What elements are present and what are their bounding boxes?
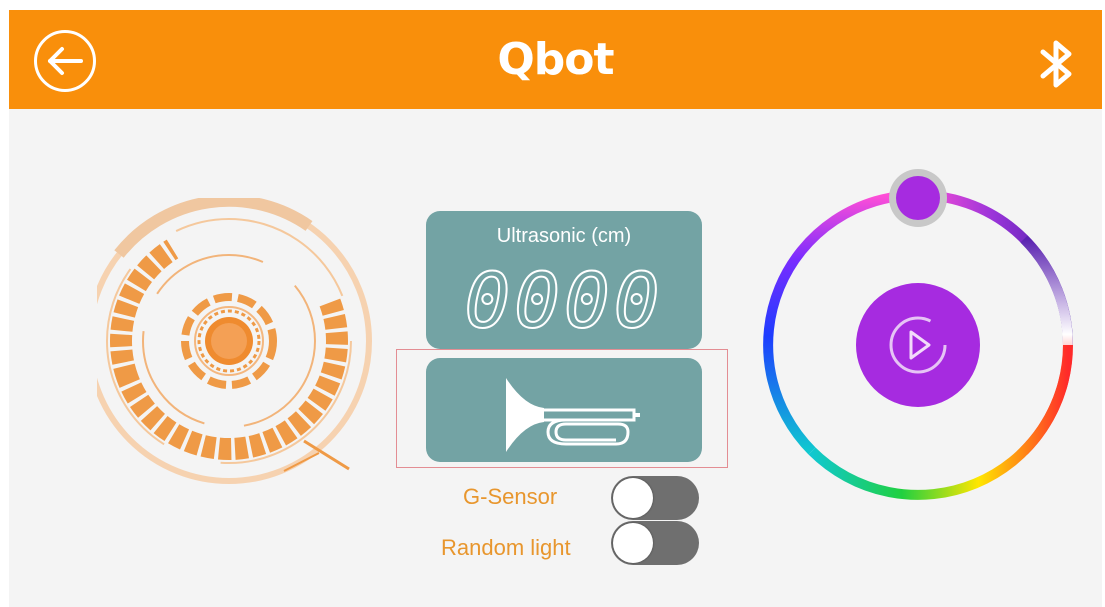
top-bar: Qbot (9, 10, 1102, 109)
app-logo: Qbot (497, 34, 614, 85)
joystick-control[interactable] (97, 198, 387, 498)
color-wheel-icon (763, 169, 1073, 500)
ultrasonic-label: Ultrasonic (cm) (496, 225, 632, 247)
random-light-label: Random light (441, 535, 571, 560)
toggle-knob (613, 523, 653, 563)
random-light-row: Random light (429, 521, 701, 565)
joystick-icon (97, 198, 372, 484)
g-sensor-toggle[interactable] (611, 476, 699, 520)
ultrasonic-value: 0000 (463, 256, 664, 345)
random-light-toggle[interactable] (611, 521, 699, 565)
g-sensor-label: G-Sensor (463, 484, 558, 509)
ultrasonic-display: Ultrasonic (cm) 0000 (426, 211, 702, 349)
toggle-knob (613, 478, 653, 518)
color-picker-wheel[interactable] (753, 160, 1083, 520)
g-sensor-row: G-Sensor (429, 476, 701, 520)
horn-button[interactable] (426, 358, 702, 462)
bluetooth-button[interactable] (1035, 38, 1079, 90)
horn-icon (506, 378, 640, 452)
bluetooth-icon (1040, 40, 1072, 88)
app-screen: Qbot Ultrasonic (cm) 0000 G-Sensor Rando… (9, 10, 1102, 607)
